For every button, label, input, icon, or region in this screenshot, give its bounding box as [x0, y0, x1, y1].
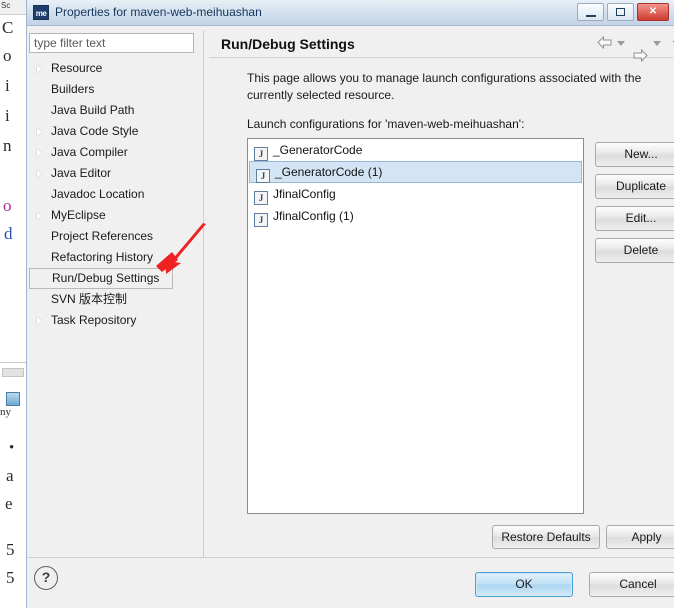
- ok-button[interactable]: OK: [475, 572, 573, 597]
- properties-dialog: me Properties for maven-web-meihuashan ✕…: [26, 0, 674, 608]
- background-glyph: i: [5, 106, 10, 125]
- sidebar-item-label: Resource: [51, 61, 103, 75]
- sidebar-item-label: Run/Debug Settings: [52, 271, 160, 285]
- background-glyph: C: [2, 18, 14, 37]
- background-glyph: d: [4, 224, 13, 243]
- sidebar-item-label: Java Code Style: [51, 124, 139, 138]
- background-glyph: o: [3, 196, 12, 215]
- background-tab-label: Sc: [1, 1, 11, 10]
- background-editor: Sc C o i i n o d ny • a e 5 5: [0, 0, 26, 608]
- title-bar: me Properties for maven-web-meihuashan ✕: [27, 0, 674, 26]
- close-icon: ✕: [648, 6, 658, 17]
- maximize-icon: [616, 8, 625, 16]
- list-item-label: _GeneratorCode (1): [275, 165, 383, 179]
- background-glyph: e: [5, 494, 13, 513]
- sidebar-item-run-debug-settings[interactable]: Run/Debug Settings: [29, 268, 173, 289]
- chevron-right-icon: [37, 317, 42, 325]
- edit-button[interactable]: Edit...: [595, 206, 674, 231]
- sidebar-item-label: Java Compiler: [51, 145, 128, 159]
- back-history-dropdown[interactable]: [617, 41, 625, 46]
- sidebar-item-svn-version-control[interactable]: SVN 版本控制: [29, 289, 202, 310]
- chevron-down-icon: [653, 41, 661, 46]
- forward-history-dropdown[interactable]: [653, 41, 661, 46]
- java-launch-icon: J: [254, 191, 268, 205]
- background-view-icon: [6, 392, 20, 406]
- delete-button[interactable]: Delete: [595, 238, 674, 263]
- settings-tree[interactable]: Resource Builders Java Build Path Java C…: [29, 58, 202, 555]
- footer-divider: [27, 557, 674, 558]
- chevron-down-icon: [617, 41, 625, 46]
- list-item[interactable]: J JfinalConfig: [248, 183, 583, 205]
- list-item[interactable]: J JfinalConfig (1): [248, 205, 583, 227]
- sidebar-item-java-code-style[interactable]: Java Code Style: [29, 121, 202, 142]
- sidebar-item-label: Javadoc Location: [51, 187, 145, 201]
- sidebar-item-java-compiler[interactable]: Java Compiler: [29, 142, 202, 163]
- sidebar-item-label: Java Editor: [51, 166, 112, 180]
- background-glyph: a: [6, 466, 14, 485]
- sidebar-item-builders[interactable]: Builders: [29, 79, 202, 100]
- sidebar-item-label: Refactoring History: [51, 250, 154, 264]
- sidebar-item-project-references[interactable]: Project References: [29, 226, 202, 247]
- new-button[interactable]: New...: [595, 142, 674, 167]
- background-divider: [0, 362, 26, 363]
- header-divider: [209, 57, 673, 58]
- sidebar-item-resource[interactable]: Resource: [29, 58, 202, 79]
- background-glyph: 5: [6, 540, 15, 559]
- chevron-right-icon: [37, 149, 42, 157]
- java-launch-icon: J: [256, 169, 270, 183]
- help-icon[interactable]: ?: [34, 566, 58, 590]
- sidebar-item-java-editor[interactable]: Java Editor: [29, 163, 202, 184]
- launch-configurations-list[interactable]: J _GeneratorCode J _GeneratorCode (1) J Jfi…: [247, 138, 584, 514]
- sidebar-item-label: Project References: [51, 229, 154, 243]
- page-title: Run/Debug Settings: [221, 36, 355, 52]
- chevron-right-icon: [37, 128, 42, 136]
- page-description: This page allows you to manage launch co…: [247, 71, 642, 102]
- chevron-right-icon: [37, 65, 42, 73]
- background-glyph: ny: [0, 406, 11, 418]
- minimize-button[interactable]: [577, 3, 604, 21]
- chevron-right-icon: [37, 212, 42, 220]
- cancel-button[interactable]: Cancel: [589, 572, 674, 597]
- background-glyph: o: [3, 46, 12, 65]
- myeclipse-app-icon: me: [33, 5, 49, 20]
- restore-defaults-button[interactable]: Restore Defaults: [492, 525, 600, 549]
- launch-configurations-label: Launch configurations for 'maven-web-mei…: [247, 117, 525, 131]
- filter-input-wrapper[interactable]: [29, 33, 194, 53]
- sidebar-item-label: Task Repository: [51, 313, 137, 327]
- list-item-label: JfinalConfig: [273, 187, 336, 201]
- background-scrollbar[interactable]: [2, 368, 24, 377]
- sidebar-item-task-repository[interactable]: Task Repository: [29, 310, 202, 331]
- back-arrow-icon[interactable]: [597, 36, 612, 49]
- background-glyph: n: [3, 136, 12, 155]
- background-glyph: 5: [6, 568, 15, 587]
- java-launch-icon: J: [254, 213, 268, 227]
- background-glyph: i: [5, 76, 10, 95]
- java-launch-icon: J: [254, 147, 268, 161]
- chevron-right-icon: [37, 170, 42, 178]
- sidebar-item-label: Java Build Path: [51, 103, 135, 117]
- sidebar-item-java-build-path[interactable]: Java Build Path: [29, 100, 202, 121]
- sidebar-item-refactoring-history[interactable]: Refactoring History: [29, 247, 202, 268]
- sidebar-item-javadoc-location[interactable]: Javadoc Location: [29, 184, 202, 205]
- sidebar-item-label: MyEclipse: [51, 208, 106, 222]
- window-title: Properties for maven-web-meihuashan: [55, 5, 262, 19]
- list-item-label: JfinalConfig (1): [273, 209, 354, 223]
- list-item[interactable]: J _GeneratorCode: [248, 139, 583, 161]
- background-glyph: •: [9, 440, 15, 456]
- list-item-label: _GeneratorCode: [273, 143, 363, 157]
- duplicate-button[interactable]: Duplicate: [595, 174, 674, 199]
- minimize-icon: [586, 15, 596, 17]
- list-item[interactable]: J _GeneratorCode (1): [249, 161, 582, 183]
- close-button[interactable]: ✕: [637, 3, 669, 21]
- search-input[interactable]: [30, 34, 193, 52]
- sidebar-item-label: SVN 版本控制: [51, 292, 128, 306]
- maximize-button[interactable]: [607, 3, 634, 21]
- forward-arrow-icon[interactable]: [633, 49, 648, 62]
- sidebar-item-myeclipse[interactable]: MyEclipse: [29, 205, 202, 226]
- panel-divider: [203, 30, 204, 557]
- apply-button[interactable]: Apply: [606, 525, 674, 549]
- sidebar-item-label: Builders: [51, 82, 95, 96]
